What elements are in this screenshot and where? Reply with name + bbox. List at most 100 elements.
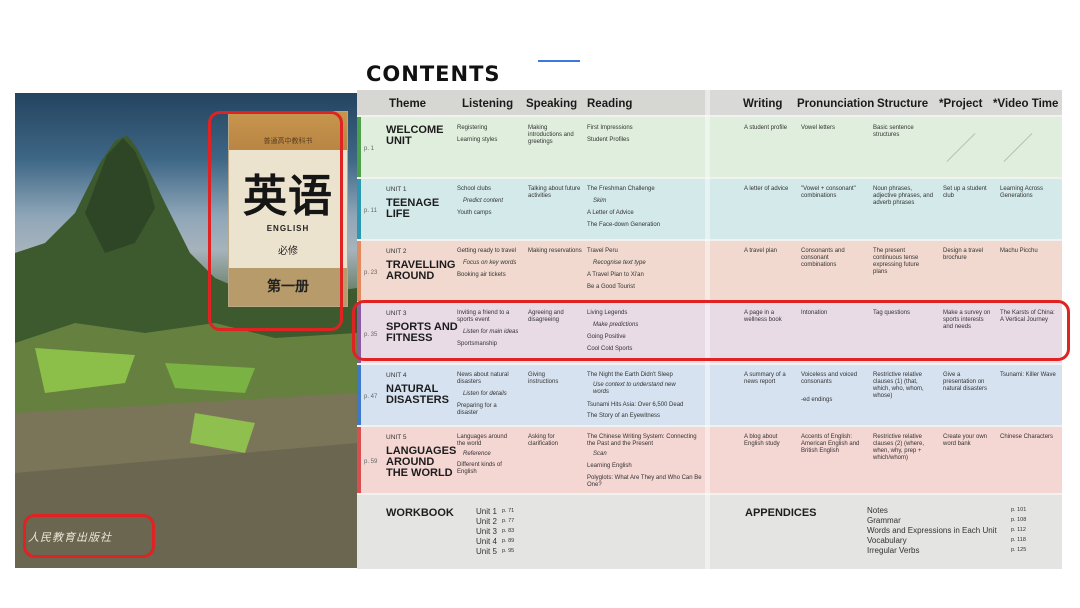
listening-item: Different kinds of English [457,462,502,475]
structure-item: Restrictive relative clauses (1) (that, … [873,372,924,399]
video-item: Tsunami: Killer Wave [1000,372,1056,378]
writing-item: A letter of advice [744,186,789,192]
workbook-unit: Unit 3 [476,527,497,536]
page-title: CONTENTS [366,62,501,86]
header-project: *Project [939,98,983,110]
structure-item: The present continuous tense expressing … [873,248,920,275]
header-video-time: *Video Time [993,98,1059,110]
row-unit: UNIT 4 [386,372,407,379]
reading-strategy: Scan [593,451,607,457]
reading-item: Polyglots: What Are They and Who Can Be … [587,475,702,488]
row-unit: UNIT 5 [386,434,407,441]
header-structure: Structure [877,98,929,110]
appendix-page: p. 118 [1011,537,1026,543]
row-color-bar [357,427,361,493]
workbook-unit: Unit 2 [476,517,497,526]
highlight-box-unit3 [352,300,1070,361]
empty-cell-mark [1003,133,1033,162]
reading-item: Travel Peru [587,248,618,254]
workbook-page: p. 89 [502,538,515,544]
row-unit: UNIT 2 [386,248,407,255]
appendix-item: Notes [867,506,888,515]
listening-item: Learning styles [457,137,498,143]
video-item: Learning Across Generations [1000,186,1044,199]
pronunciation-item: Consonants and consonant combinations [801,248,845,268]
listening-item: Getting ready to travel [457,248,517,254]
listening-strategy: Focus on key words [463,260,517,266]
appendix-item: Irregular Verbs [867,546,920,555]
reading-strategy: Use context to understand new words [593,382,676,395]
writing-item: A blog about English study [744,434,780,447]
row-title: LANGUAGES AROUND THE WORLD [386,445,457,479]
reading-item: Be a Good Tourist [587,284,635,290]
row-page: p. 23 [364,270,378,276]
project-item: Give a presentation on natural disasters [943,372,988,392]
header-listening: Listening [462,98,514,110]
reading-item: First Impressions [587,125,633,131]
reading-item: The Freshman Challenge [587,186,655,192]
speaking-item: Giving instructions [528,372,559,385]
empty-cell-mark [946,133,976,162]
workbook-unit: Unit 1 [476,507,497,516]
row-color-bar [357,117,361,177]
reading-strategy: Skim [593,198,607,204]
writing-item: A summary of a news report [744,372,786,385]
listening-item: News about natural disasters [457,372,509,385]
project-item: Create your own word bank [943,434,988,447]
header-reading: Reading [587,98,633,110]
speaking-item: Making introductions and greetings [528,125,574,145]
reading-strategy: Recognise text type [593,260,646,266]
row-title: NATURAL DISASTERS [386,383,449,406]
listening-strategy: Reference [463,451,491,457]
appendix-page: p. 125 [1011,547,1027,553]
speaking-item: Talking about future activities [528,186,581,199]
listening-strategy: Predict content [463,198,504,204]
workbook-page: p. 77 [502,518,515,524]
video-item: Machu Picchu [1000,248,1038,254]
listening-item: Registering [457,125,488,131]
row-title: WELCOME UNIT [386,124,444,147]
appendix-page: p. 112 [1011,527,1026,533]
pronunciation-item: "Vowel + consonant" combinations [801,186,856,199]
row-page: p. 1 [364,146,375,152]
appendix-page: p. 108 [1011,517,1027,523]
pronunciation-item: Accents of English: American English and… [801,434,860,454]
row-page: p. 11 [364,208,377,214]
speaking-item: Making reservations [528,248,582,254]
pronunciation-item: -ed endings [801,397,833,403]
structure-item: Restrictive relative clauses (2) (where,… [873,434,925,461]
reading-item: Learning English [587,463,632,469]
writing-item: A student profile [744,125,788,131]
reading-item: The Night the Earth Didn't Sleep [587,372,673,378]
project-item: Design a travel brochure [943,248,984,261]
appendix-item: Vocabulary [867,536,907,545]
header-speaking: Speaking [526,98,578,110]
listening-item: Languages around the world [457,434,508,447]
top-accent-line [538,60,580,62]
row-page: p. 47 [364,394,378,400]
structure-item: Noun phrases, adjective phrases, and adv… [873,186,934,206]
highlight-box-cover-title [208,111,343,331]
appendix-page: p. 101 [1011,507,1027,513]
appendix-item: Words and Expressions in Each Unit [867,526,997,535]
row-page: p. 59 [364,459,378,465]
pronunciation-item: Vowel letters [801,125,836,131]
speaking-item: Asking for clarification [528,434,559,447]
row-title: TEENAGE LIFE [386,197,440,220]
listening-strategy: Listen for details [463,391,507,397]
header-theme: Theme [389,98,427,110]
listening-item: Youth camps [457,210,492,216]
header-pronunciation: Pronunciation [797,98,875,110]
workbook-unit: Unit 4 [476,537,497,546]
pronunciation-item: Voiceless and voiced consonants [801,372,858,385]
reading-item: Student Profiles [587,137,630,143]
workbook-unit: Unit 5 [476,547,497,556]
row-color-bar [357,241,361,301]
row-unit: UNIT 1 [386,186,407,193]
header-writing: Writing [743,98,783,110]
reading-item: Tsunami Hits Asia: Over 6,500 Dead [587,402,684,408]
appendix-item: Grammar [867,516,901,525]
reading-item: A Travel Plan to Xi'an [587,272,644,278]
project-item: Set up a student club [943,186,987,199]
workbook-page: p. 95 [502,548,515,554]
